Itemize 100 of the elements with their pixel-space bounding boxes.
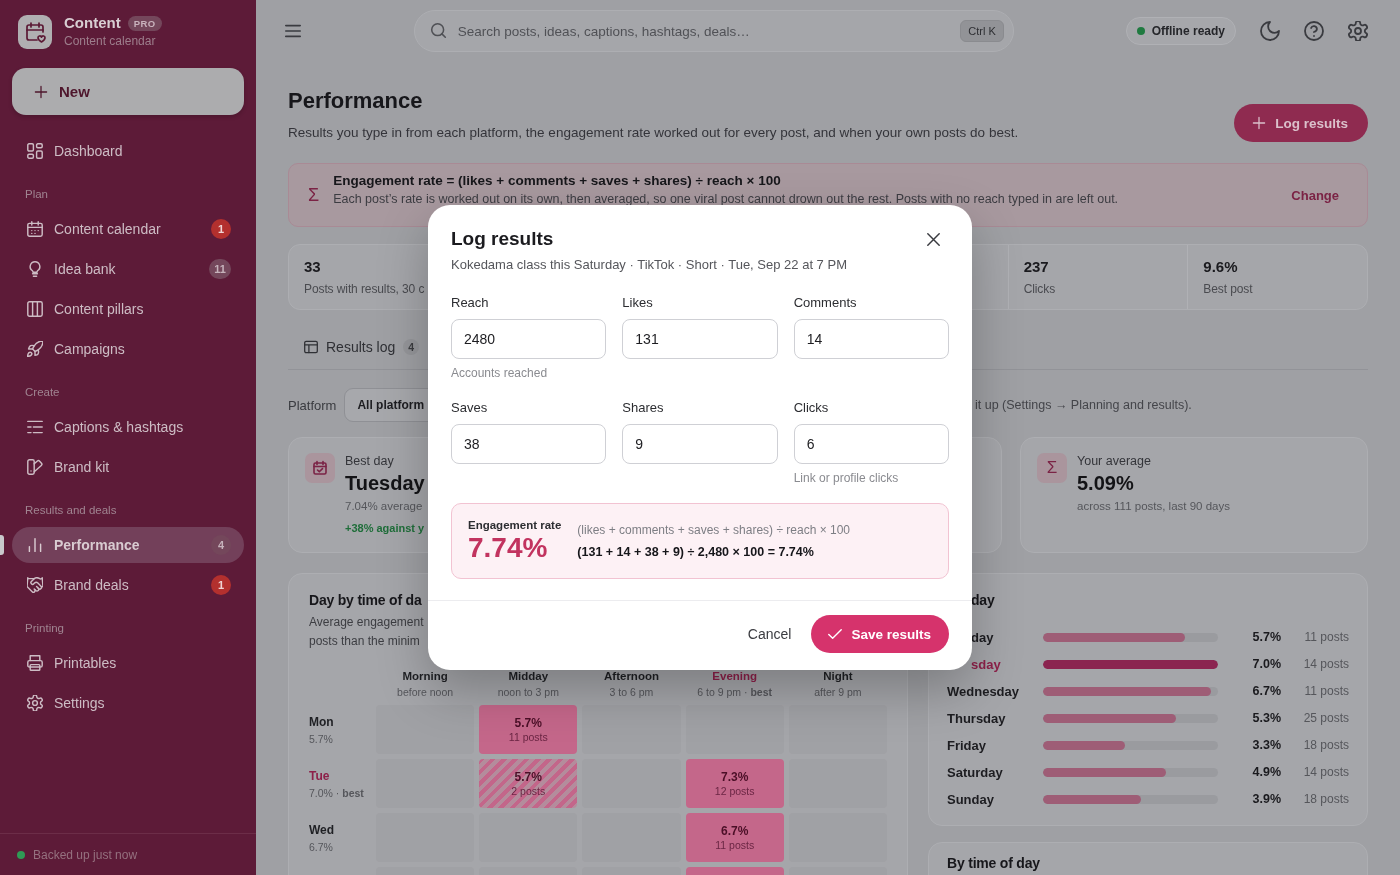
save-button[interactable]: Save results	[811, 615, 949, 653]
table-icon	[304, 339, 318, 354]
cancel-button[interactable]: Cancel	[747, 626, 792, 642]
column-hint: before noon	[397, 685, 454, 699]
page-subtitle: Results you type in from each platform, the engagement rate worked out for every post, and when your own posts do best.	[288, 124, 1019, 142]
log-results-button[interactable]: Log results	[1234, 104, 1368, 142]
shortcut-key: Ctrl K	[960, 20, 1004, 42]
new-button[interactable]: New	[12, 68, 244, 115]
input-field[interactable]: 38	[451, 424, 607, 464]
input-field[interactable]: 2480	[451, 319, 607, 359]
stat-value: 237	[1023, 257, 1049, 277]
column-hint: 6 to 9 pm · best	[697, 685, 773, 699]
sidebar-item[interactable]: Content pillars	[12, 291, 244, 327]
row-heading: Tue	[309, 769, 330, 784]
cell-posts: 2 posts	[511, 784, 546, 798]
section-label: Create	[25, 385, 60, 399]
field-help: Accounts reached	[451, 366, 548, 381]
column-heading: Midday	[508, 669, 549, 683]
card-value: Tuesday	[345, 471, 425, 495]
panel-title: day	[971, 592, 995, 609]
input-field[interactable]: 6	[793, 424, 949, 464]
cell-value: 5.7%	[514, 769, 542, 785]
result-formula: (likes + comments + saves + shares) ÷ reach × 100	[577, 522, 851, 538]
sidebar-item[interactable]: Performance 4	[12, 527, 244, 563]
stat-label: Best post	[1203, 281, 1253, 297]
input-field[interactable]: 14	[793, 319, 949, 359]
stat-label: Clicks	[1023, 281, 1056, 297]
handshake-icon	[27, 577, 43, 593]
sigma-symbol: Σ	[1037, 453, 1067, 483]
day-posts: 25 posts	[1303, 711, 1349, 725]
day-label: Thursday	[947, 710, 1006, 726]
card-delta: +38% against y	[345, 521, 425, 536]
change-link[interactable]: Change	[1291, 187, 1339, 203]
sidebar-item[interactable]: Brand deals 1	[12, 567, 244, 603]
column-hint: 3 to 6 pm	[609, 685, 654, 699]
calendar-icon	[27, 221, 43, 237]
columns-icon	[27, 301, 43, 317]
list-icon	[27, 419, 43, 435]
panel-title: Day by time of da	[309, 592, 422, 609]
day-posts: 11 posts	[1304, 684, 1349, 698]
grid-icon	[27, 143, 43, 159]
section-label: Plan	[25, 187, 49, 201]
gear-icon[interactable]	[1348, 21, 1368, 41]
tab[interactable]: Results log 4	[288, 326, 428, 369]
status-dot-icon	[1136, 27, 1145, 35]
sidebar-item[interactable]: Settings	[12, 685, 244, 721]
card-detail: 7.04% average	[345, 499, 423, 514]
day-label: Sunday	[947, 791, 994, 807]
sidebar-item[interactable]: Printables	[12, 645, 244, 681]
day-label: Saturday	[947, 764, 1003, 780]
sidebar-item[interactable]: Content calendar 1	[12, 211, 244, 247]
row-average: 6.7%	[309, 841, 333, 854]
status-dot-icon	[17, 850, 25, 859]
day-label: day	[971, 629, 994, 645]
result-value: 7.74%	[468, 532, 548, 564]
column-hint: after 9 pm	[814, 685, 862, 699]
moon-icon[interactable]	[1260, 21, 1280, 41]
day-rate: 3.9%	[1252, 792, 1281, 806]
count-badge: 11	[209, 259, 231, 279]
column-heading: Night	[823, 669, 853, 683]
stat-label: Posts with results, 30 c	[304, 281, 425, 297]
plan-badge: PRO	[127, 15, 162, 31]
menu-icon[interactable]	[284, 22, 302, 40]
day-rate: 6.7%	[1252, 684, 1281, 698]
row-average: 7.0% · best	[309, 787, 364, 800]
panel-description: Average engagement	[309, 614, 424, 631]
input-field[interactable]: 131	[622, 319, 778, 359]
calendar-check-icon	[305, 453, 335, 483]
sigma-symbol: Σ	[308, 185, 320, 205]
printer-icon	[27, 655, 43, 671]
day-posts: 14 posts	[1303, 657, 1349, 671]
sidebar-item[interactable]: Idea bank 11	[12, 251, 244, 287]
field-label: Clicks	[793, 400, 829, 415]
dialog-subtitle: Kokedama class this Saturday · TikTok · Short · Tue, Sep 22 at 7 PM	[451, 257, 847, 273]
close-icon[interactable]	[927, 232, 940, 246]
sidebar-item[interactable]: Captions & hashtags	[12, 409, 244, 445]
field-label: Reach	[451, 295, 489, 310]
card-label: Your average	[1077, 453, 1151, 469]
section-label: Printing	[25, 621, 64, 635]
sidebar-item[interactable]: Dashboard	[12, 133, 244, 169]
field-label: Comments	[793, 295, 857, 310]
day-rate: 7.0%	[1252, 657, 1281, 671]
sidebar-item[interactable]: Brand kit	[12, 449, 244, 485]
day-label: Wednesday	[947, 683, 1019, 699]
day-posts: 14 posts	[1303, 765, 1349, 779]
field-help: Link or profile clicks	[793, 471, 899, 486]
row-average: 5.7%	[309, 733, 333, 746]
formula-note: Each post’s rate is worked out on its own, then averaged, so one viral post cannot drown out the rest. Posts with no reach typed in are left out.	[333, 192, 1119, 207]
formula-title: Engagement rate = (likes + comments + saves + shares) ÷ reach × 100	[333, 172, 781, 190]
field-label: Likes	[622, 295, 653, 310]
row-heading: Wed	[309, 823, 335, 838]
help-icon[interactable]	[1304, 21, 1324, 41]
input-field[interactable]: 9	[622, 424, 778, 464]
sidebar-item[interactable]: Campaigns	[12, 331, 244, 367]
swatch-icon	[27, 459, 43, 475]
plus-icon	[34, 84, 48, 99]
card-detail: across 111 posts, last 90 days	[1077, 499, 1230, 514]
panel-description: posts than the minim	[309, 633, 420, 650]
stat-value: 33	[304, 257, 321, 277]
column-heading: Morning	[402, 669, 448, 683]
